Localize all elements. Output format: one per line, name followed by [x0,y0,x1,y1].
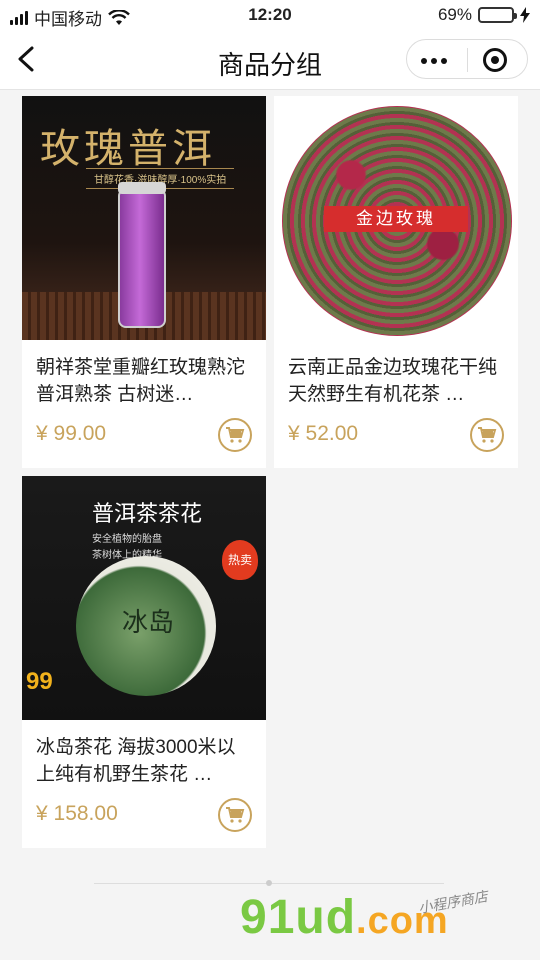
product-card[interactable]: 金边玫瑰 云南正品金边玫瑰花干纯天然野生有机花茶 … ¥ 52.00 [274,96,518,468]
image-title: 玫瑰普洱 [40,126,216,172]
cake-text: 冰岛 [122,608,175,638]
battery-percent: 69% [437,5,472,24]
product-price: ¥ 52.00 [288,422,359,445]
product-image[interactable]: 普洱茶茶花 安全植物的胎盘 茶树体上的精华 冰岛 热卖 99 [22,476,266,720]
product-card[interactable]: 玫瑰普洱 甘醇花香·滋味醇厚·100%实拍 朝祥茶堂重瓣红玫瑰熟沱 普洱熟茶 古… [22,96,266,468]
nav-bar: 商品分组 [0,30,540,90]
list-end-dot [266,880,272,886]
status-bar: 中国移动 12:20 69% [0,0,540,30]
mini-program-capsule [406,39,528,79]
image-line-1: 安全植物的胎盘 [92,534,162,545]
product-image[interactable]: 金边玫瑰 [274,96,518,340]
add-to-cart-button[interactable] [470,418,504,452]
close-target-icon[interactable] [483,48,507,72]
tea-cake: 冰岛 [76,556,216,696]
product-name[interactable]: 冰岛茶花 海拔3000米以上纯有机野生茶花 … [36,734,254,788]
product-image[interactable]: 玫瑰普洱 甘醇花香·滋味醇厚·100%实拍 [22,96,266,340]
product-name[interactable]: 云南正品金边玫瑰花干纯天然野生有机花茶 … [288,354,506,408]
charging-bolt-icon [520,7,530,23]
cart-icon [226,427,245,443]
more-dots-icon[interactable] [421,58,447,64]
battery-icon [478,7,517,23]
image-banner: 金边玫瑰 [324,206,468,232]
add-to-cart-button[interactable] [218,798,252,832]
capsule-divider [467,48,468,72]
discount-badge: 99 [26,668,53,695]
cart-icon [226,807,245,823]
cart-icon [478,427,497,443]
image-title: 普洱茶茶花 [92,501,203,526]
add-to-cart-button[interactable] [218,418,252,452]
product-price: ¥ 158.00 [36,802,118,825]
status-right: 69% [438,5,530,25]
hot-sale-badge: 热卖 [222,540,258,580]
product-price: ¥ 99.00 [36,422,107,445]
tea-jar [118,182,166,328]
product-card[interactable]: 普洱茶茶花 安全植物的胎盘 茶树体上的精华 冰岛 热卖 99 冰岛茶花 海拔30… [22,476,266,848]
watermark-brand: 91ud [240,891,357,944]
product-name[interactable]: 朝祥茶堂重瓣红玫瑰熟沱 普洱熟茶 古树迷… [36,354,254,408]
